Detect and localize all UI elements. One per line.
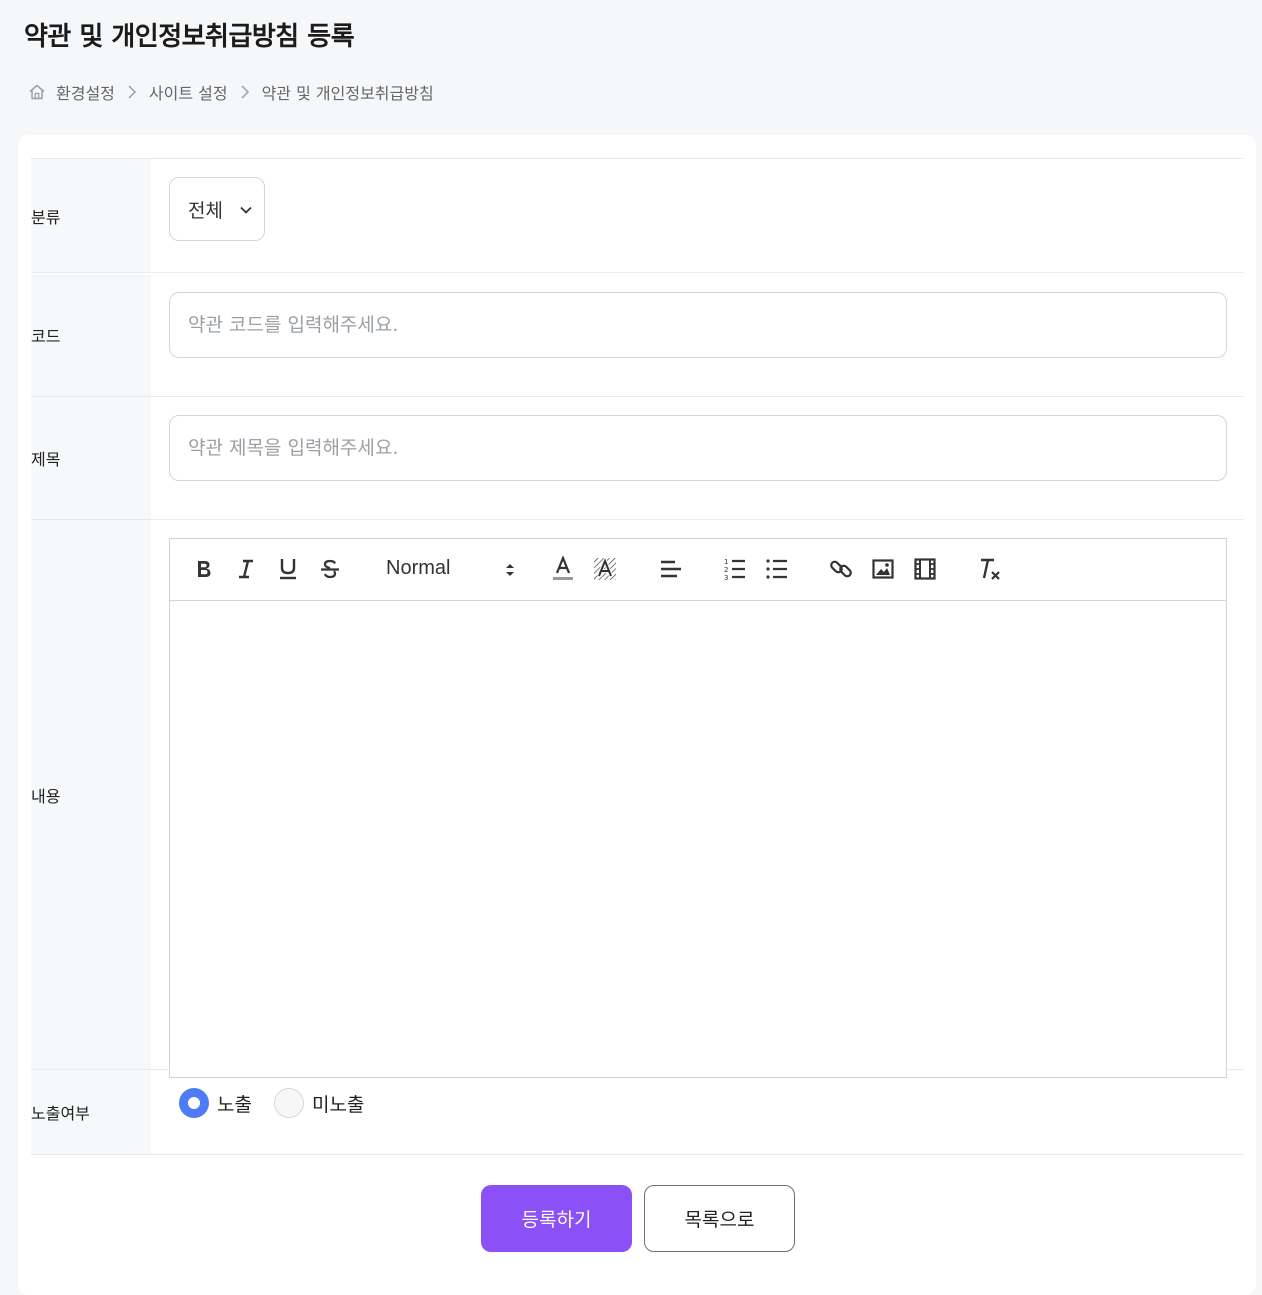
code-input[interactable] xyxy=(169,292,1227,358)
category-select[interactable]: 전체 xyxy=(169,177,265,241)
text-color-icon[interactable] xyxy=(550,555,576,583)
bullet-list-icon[interactable] xyxy=(764,555,790,583)
link-icon[interactable] xyxy=(828,555,854,583)
code-label: 코드 xyxy=(31,274,151,396)
breadcrumb: 환경설정 사이트 설정 약관 및 개인정보취급방침 xyxy=(28,80,434,104)
title-input[interactable] xyxy=(169,415,1227,481)
ordered-list-icon[interactable]: 123 xyxy=(722,555,748,583)
page-title: 약관 및 개인정보취급방침 등록 xyxy=(24,22,355,52)
title-label: 제목 xyxy=(31,397,151,519)
category-row: 분류 전체 xyxy=(31,159,1244,273)
svg-text:2: 2 xyxy=(724,566,728,574)
updown-arrow-icon xyxy=(504,561,516,585)
editor-toolbar: Normal 123 xyxy=(170,539,1226,601)
category-label: 분류 xyxy=(31,159,151,272)
radio-label-hide: 미노출 xyxy=(311,1093,365,1116)
italic-icon[interactable] xyxy=(234,555,258,583)
align-left-icon[interactable] xyxy=(658,555,684,583)
submit-button[interactable]: 등록하기 xyxy=(481,1185,632,1252)
content-label: 내용 xyxy=(31,520,151,1069)
svg-text:1: 1 xyxy=(724,558,728,566)
breadcrumb-item-current: 약관 및 개인정보취급방침 xyxy=(261,84,434,103)
image-icon[interactable] xyxy=(870,555,896,583)
format-select[interactable]: Normal xyxy=(386,553,516,583)
visibility-row: 노출여부 노출 미노출 xyxy=(31,1070,1244,1155)
radio-option-show[interactable]: 노출 xyxy=(179,1088,252,1118)
chevron-down-icon xyxy=(238,201,254,223)
content-row: 내용 Normal 1 2 3 xyxy=(31,520,1244,1078)
underline-icon[interactable] xyxy=(276,555,300,583)
form-card: 분류 전체 코드 제목 내용 xyxy=(18,135,1256,1295)
chevron-right-icon xyxy=(125,84,139,100)
bold-icon[interactable] xyxy=(192,555,216,583)
home-icon[interactable] xyxy=(28,83,46,101)
background-color-icon[interactable] xyxy=(592,555,618,583)
rich-text-editor: Normal 123 xyxy=(169,538,1227,1078)
chevron-right-icon xyxy=(238,84,252,100)
visibility-label: 노출여부 xyxy=(31,1070,151,1154)
radio-option-hide[interactable]: 미노출 xyxy=(273,1088,365,1118)
radio-unselected-icon[interactable] xyxy=(273,1088,304,1118)
code-row: 코드 xyxy=(31,274,1244,397)
radio-label-show: 노출 xyxy=(217,1093,252,1116)
title-row: 제목 xyxy=(31,397,1244,520)
breadcrumb-item-settings[interactable]: 환경설정 xyxy=(56,80,115,104)
strike-icon[interactable] xyxy=(318,555,342,583)
clear-format-icon[interactable] xyxy=(976,555,1004,583)
radio-selected-icon[interactable] xyxy=(179,1088,209,1118)
format-select-value: Normal xyxy=(386,556,451,579)
breadcrumb-item-site-settings[interactable]: 사이트 설정 xyxy=(149,80,228,104)
svg-text:3: 3 xyxy=(724,574,728,581)
editor-content-area[interactable] xyxy=(170,600,1226,1077)
video-icon[interactable] xyxy=(912,555,938,583)
back-to-list-button[interactable]: 목록으로 xyxy=(644,1185,795,1252)
category-selected-value: 전체 xyxy=(188,199,223,222)
visibility-radio-group: 노출 미노출 xyxy=(179,1088,364,1118)
